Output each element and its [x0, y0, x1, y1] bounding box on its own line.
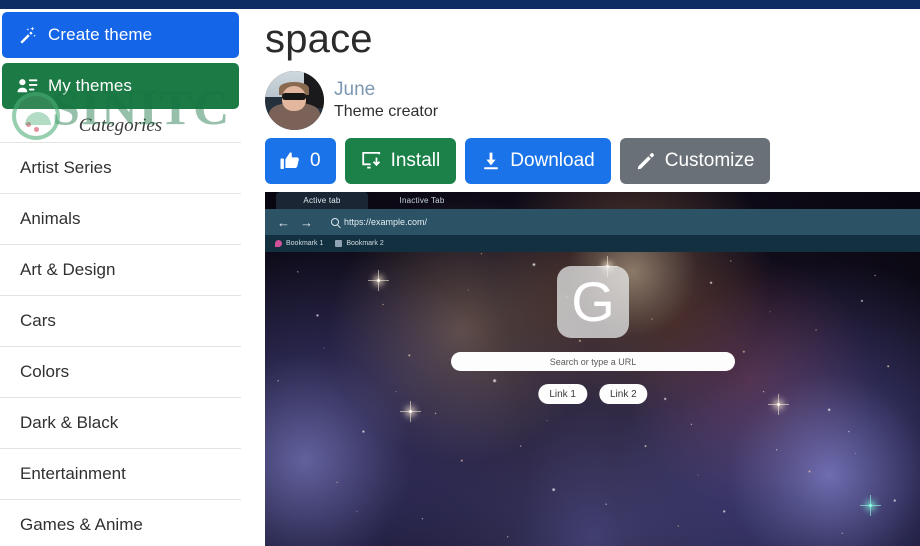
sidebar-item-cars[interactable]: Cars [0, 296, 241, 347]
thumbs-up-icon [280, 151, 301, 171]
like-button[interactable]: 0 [265, 138, 336, 184]
sidebar-item-colors[interactable]: Colors [0, 347, 241, 398]
my-themes-label: My themes [48, 76, 133, 95]
my-themes-button[interactable]: My themes [2, 63, 239, 109]
bookmark-favicon-icon [275, 240, 282, 247]
user-list-icon [16, 75, 38, 97]
preview-search-box[interactable]: Search or type a URL [451, 352, 735, 371]
shortcut-label: Link 2 [610, 388, 637, 400]
avatar[interactable] [265, 71, 324, 130]
theme-detail-page: Create theme My themes Categories Artist… [0, 0, 920, 546]
preview-toolbar: ← → https://example.com/ [265, 209, 920, 235]
pencil-icon [636, 151, 656, 171]
bookmark-favicon-icon [335, 240, 343, 247]
preview-new-tab-page: G Search or type a URL Link 1 Link 2 [265, 252, 920, 546]
action-button-row: 0 Install Download Customize [265, 138, 771, 184]
preview-tab-active[interactable]: Active tab [276, 192, 368, 209]
search-box-placeholder: Search or type a URL [549, 356, 637, 367]
category-label: Art & Design [20, 260, 116, 279]
preview-shortcuts: Link 1 Link 2 [538, 384, 648, 404]
bookmark-label: Bookmark 2 [346, 240, 384, 247]
shortcut-label: Link 1 [549, 388, 576, 400]
creator-row: June Theme creator [265, 71, 438, 130]
category-label: Cars [20, 311, 56, 330]
address-bar-value: https://example.com/ [344, 217, 428, 227]
tab-label: Active tab [303, 196, 341, 205]
install-monitor-icon [361, 151, 382, 171]
creator-name-link[interactable]: June [334, 79, 438, 101]
download-arrow-icon [481, 151, 501, 171]
preview-tab-strip: Active tab Inactive Tab [265, 192, 920, 209]
bookmark-item-1[interactable]: Bookmark 1 [275, 240, 323, 247]
bookmark-label: Bookmark 1 [286, 240, 324, 247]
customize-button[interactable]: Customize [619, 138, 771, 184]
arrow-left-icon[interactable]: ← [277, 216, 290, 229]
like-count: 0 [310, 150, 321, 171]
categories-heading: Categories [0, 109, 241, 143]
theme-preview[interactable]: Active tab Inactive Tab ← → https://exam… [265, 192, 920, 546]
category-label: Artist Series [20, 158, 112, 177]
tab-label: Inactive Tab [399, 196, 445, 205]
creator-role-label: Theme creator [334, 103, 439, 121]
main-content: space June Theme creator 0 Install Downl… [241, 9, 920, 546]
search-icon [331, 218, 339, 226]
shortcut-link-2[interactable]: Link 2 [599, 384, 648, 404]
sidebar-item-dark-black[interactable]: Dark & Black [0, 398, 241, 449]
categories-list: Artist Series Animals Art & Design Cars … [0, 143, 241, 546]
browser-top-bar [0, 0, 920, 9]
arrow-right-icon[interactable]: → [300, 216, 313, 229]
google-logo-icon: G [557, 266, 629, 338]
category-label: Dark & Black [20, 413, 119, 432]
category-label: Games & Anime [20, 515, 143, 534]
download-label: Download [510, 150, 595, 171]
install-label: Install [390, 150, 441, 171]
category-label: Colors [20, 362, 70, 381]
sidebar-item-art-design[interactable]: Art & Design [0, 245, 241, 296]
customize-label: Customize [664, 150, 755, 171]
shortcut-link-1[interactable]: Link 1 [538, 384, 587, 404]
sidebar-item-games-anime[interactable]: Games & Anime [0, 500, 241, 546]
page-title: space [265, 17, 373, 61]
install-button[interactable]: Install [344, 138, 457, 184]
bookmark-item-2[interactable]: Bookmark 2 [335, 240, 384, 247]
category-label: Entertainment [20, 464, 126, 483]
preview-bookmarks-bar: Bookmark 1 Bookmark 2 [265, 235, 920, 252]
sidebar: Create theme My themes Categories Artist… [0, 9, 241, 546]
address-bar[interactable]: https://example.com/ [323, 213, 909, 231]
magic-wand-icon [16, 24, 38, 46]
download-button[interactable]: Download [465, 138, 611, 184]
sidebar-item-artist-series[interactable]: Artist Series [0, 143, 241, 194]
sidebar-item-entertainment[interactable]: Entertainment [0, 449, 241, 500]
category-label: Animals [20, 209, 81, 228]
preview-tab-inactive[interactable]: Inactive Tab [376, 192, 468, 209]
create-theme-button[interactable]: Create theme [2, 12, 239, 58]
sidebar-item-animals[interactable]: Animals [0, 194, 241, 245]
create-theme-label: Create theme [48, 25, 153, 44]
